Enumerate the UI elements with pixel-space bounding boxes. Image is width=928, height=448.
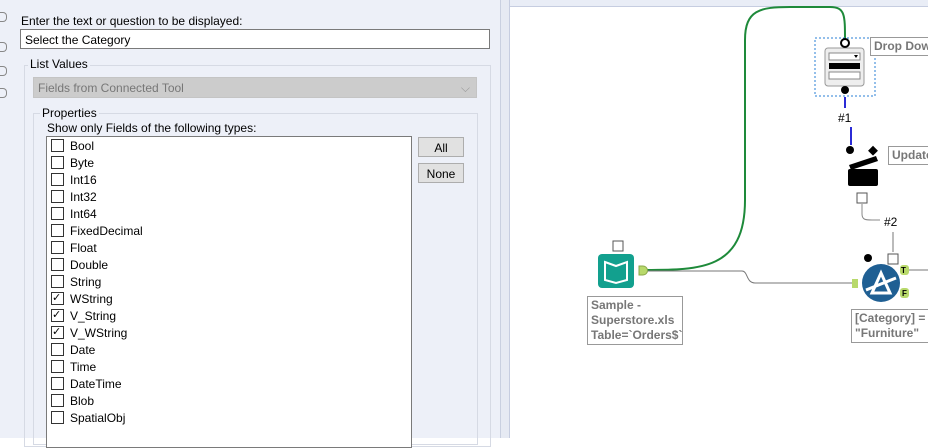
connections: T F: [598, 6, 928, 302]
filter-tool-icon[interactable]: T F: [852, 253, 909, 302]
input-data-tool-icon[interactable]: [598, 240, 648, 288]
filter-annotation: [Category] = "Furniture": [851, 309, 928, 343]
dropdown-annotation: Drop Down: [870, 37, 928, 56]
dropdown-tool-icon[interactable]: [824, 38, 865, 94]
action-tool-icon[interactable]: [846, 145, 878, 204]
lightning-icon: [887, 253, 899, 265]
connection-label-2: #2: [884, 215, 898, 229]
annotation-line: Table=`Orders$`: [591, 328, 683, 342]
annotation-line: "Furniture": [855, 326, 920, 340]
connection-label-1: #1: [838, 111, 852, 125]
connection-line: [861, 204, 880, 221]
connection-line: [645, 270, 852, 284]
filter-false-anchor: F: [902, 289, 907, 298]
action-annotation: Update: [888, 146, 928, 165]
filter-true-anchor: T: [901, 266, 906, 275]
annotation-line: Sample -: [591, 298, 642, 312]
lightning-icon: [612, 240, 624, 252]
annotation-line: Superstore.xls: [591, 313, 675, 327]
annotation-line: [Category] =: [855, 311, 926, 325]
input-annotation: Sample - Superstore.xls Table=`Orders$`: [587, 296, 683, 345]
connection-line: [644, 6, 846, 271]
lightning-icon: [856, 192, 868, 204]
